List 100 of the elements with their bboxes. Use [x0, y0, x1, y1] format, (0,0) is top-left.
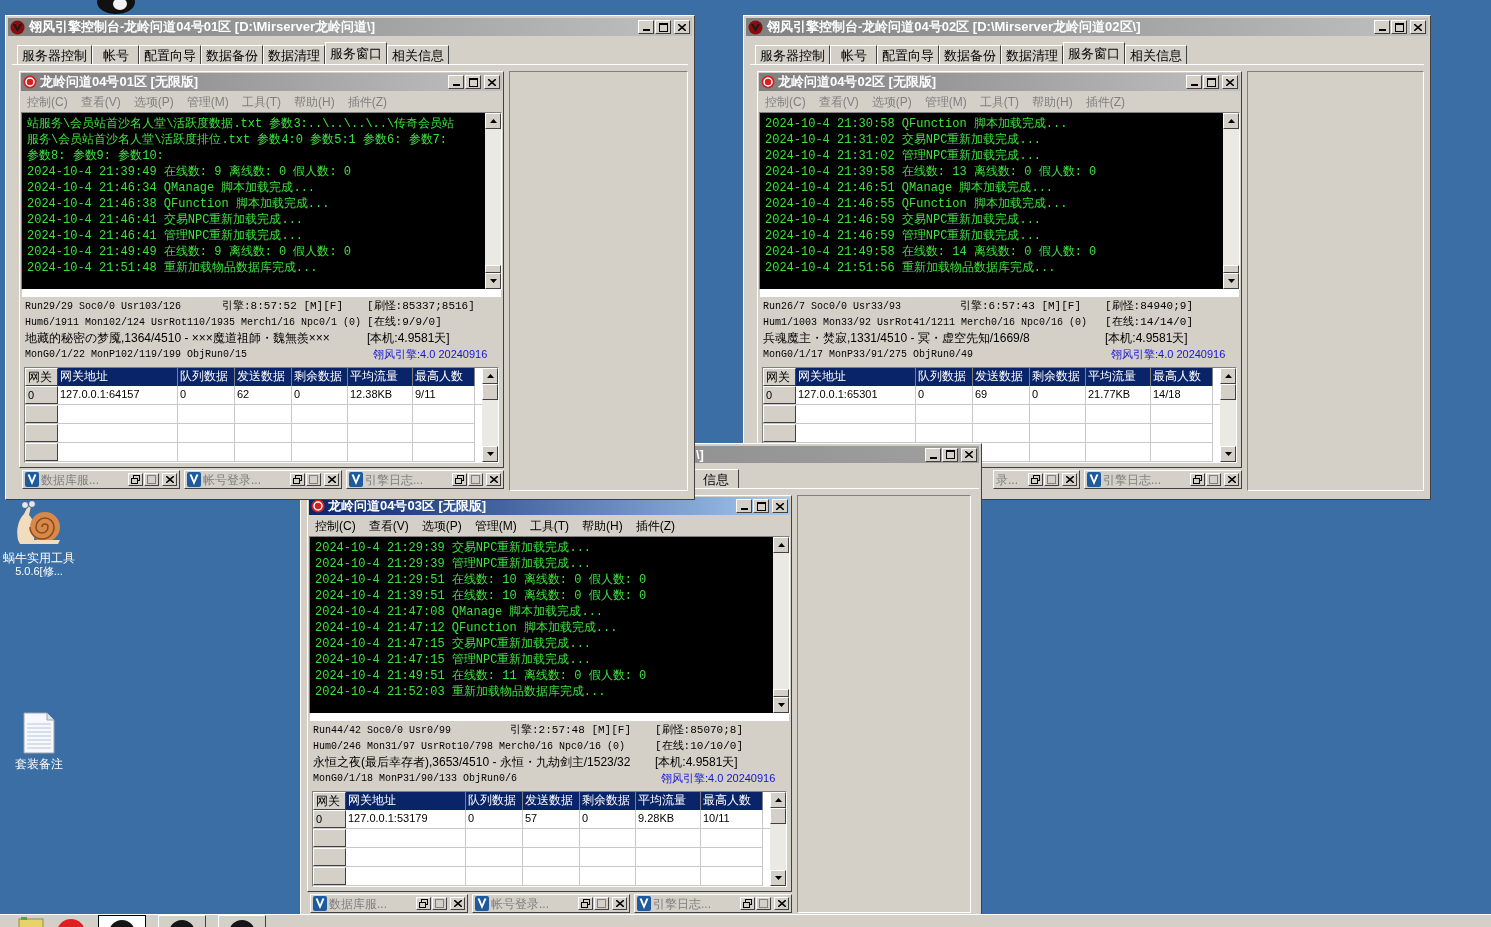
- taskbar-button[interactable]: [98, 915, 146, 927]
- column-header[interactable]: 队列数据: [466, 792, 523, 810]
- maximize-button[interactable]: [594, 897, 609, 910]
- maximize-button[interactable]: [1206, 473, 1221, 486]
- column-header[interactable]: 发送数据: [973, 368, 1030, 386]
- minimize-button[interactable]: [638, 20, 654, 34]
- maximize-button[interactable]: [465, 75, 481, 89]
- tab[interactable]: 帐号: [830, 45, 877, 64]
- restore-button[interactable]: [452, 473, 467, 486]
- menu-item[interactable]: 选项(P): [421, 516, 462, 535]
- scroll-up-button[interactable]: [1220, 368, 1236, 384]
- column-header[interactable]: 网关: [25, 368, 58, 386]
- tab[interactable]: 数据清理: [1001, 45, 1063, 64]
- close-button[interactable]: [450, 897, 465, 910]
- scroll-down-button[interactable]: [773, 697, 789, 713]
- menu-item[interactable]: 管理(M): [474, 516, 517, 535]
- close-button[interactable]: [1062, 473, 1077, 486]
- tab[interactable]: 数据备份: [939, 45, 1001, 64]
- tab[interactable]: 服务器控制: [755, 45, 830, 64]
- restore-button[interactable]: [740, 897, 755, 910]
- scroll-thumb[interactable]: [773, 689, 789, 697]
- icon-label[interactable]: 蜗牛实用工具: [3, 552, 75, 565]
- maximize-button[interactable]: [144, 473, 159, 486]
- scroll-up-button[interactable]: [1223, 113, 1239, 129]
- minimize-button[interactable]: [1374, 20, 1390, 34]
- close-button[interactable]: [612, 897, 627, 910]
- column-header[interactable]: 队列数据: [178, 368, 235, 386]
- tab[interactable]: 数据清理: [263, 45, 325, 64]
- close-button[interactable]: [484, 75, 500, 89]
- restore-button[interactable]: [1028, 473, 1043, 486]
- close-button[interactable]: [961, 447, 977, 462]
- minimize-button[interactable]: [925, 447, 941, 462]
- scroll-up-button[interactable]: [485, 113, 501, 129]
- tab[interactable]: 数据备份: [201, 45, 263, 64]
- scroll-down-button[interactable]: [1220, 446, 1236, 462]
- menu-item[interactable]: 插件(Z): [635, 516, 675, 535]
- scroll-down-button[interactable]: [1223, 273, 1239, 289]
- column-header[interactable]: 最高人数: [1151, 368, 1213, 386]
- minimize-button[interactable]: [1186, 75, 1202, 89]
- minimize-button[interactable]: [448, 75, 464, 89]
- column-header[interactable]: 剩余数据: [1030, 368, 1086, 386]
- column-header[interactable]: 剩余数据: [580, 792, 636, 810]
- scroll-up-button[interactable]: [770, 792, 786, 808]
- maximize-button[interactable]: [306, 473, 321, 486]
- restore-button[interactable]: [290, 473, 305, 486]
- tab[interactable]: 服务窗口: [1063, 42, 1125, 64]
- close-button[interactable]: [486, 473, 501, 486]
- maximize-button[interactable]: [1391, 20, 1407, 34]
- maximize-button[interactable]: [942, 447, 958, 462]
- scroll-thumb[interactable]: [482, 384, 498, 400]
- close-button[interactable]: [1224, 473, 1239, 486]
- column-header[interactable]: 平均流量: [636, 792, 701, 810]
- close-button[interactable]: [1222, 75, 1238, 89]
- menu-item[interactable]: 查看(V): [368, 516, 409, 535]
- maximize-button[interactable]: [756, 897, 771, 910]
- scroll-down-button[interactable]: [770, 870, 786, 886]
- restore-button[interactable]: [578, 897, 593, 910]
- restore-button[interactable]: [416, 897, 431, 910]
- tab[interactable]: 配置向导: [139, 45, 201, 64]
- column-header[interactable]: 平均流量: [348, 368, 413, 386]
- close-button[interactable]: [1410, 20, 1426, 34]
- column-header[interactable]: 最高人数: [413, 368, 475, 386]
- maximize-button[interactable]: [432, 897, 447, 910]
- scroll-down-button[interactable]: [485, 273, 501, 289]
- maximize-button[interactable]: [1203, 75, 1219, 89]
- menu-item[interactable]: 帮助(H): [582, 516, 623, 535]
- tab[interactable]: 相关信息: [387, 45, 449, 64]
- scroll-thumb[interactable]: [485, 265, 501, 273]
- tab[interactable]: 帐号: [92, 45, 139, 64]
- menu-item[interactable]: 控制(C): [315, 516, 356, 535]
- close-button[interactable]: [774, 897, 789, 910]
- scroll-up-button[interactable]: [773, 537, 789, 553]
- column-header[interactable]: 最高人数: [701, 792, 763, 810]
- close-button[interactable]: [772, 499, 788, 513]
- close-button[interactable]: [674, 20, 690, 34]
- close-button[interactable]: [162, 473, 177, 486]
- column-header[interactable]: 队列数据: [916, 368, 973, 386]
- column-header[interactable]: 网关: [313, 792, 346, 810]
- scroll-up-button[interactable]: [482, 368, 498, 384]
- close-button[interactable]: [324, 473, 339, 486]
- maximize-button[interactable]: [753, 499, 769, 513]
- tab[interactable]: 信息: [692, 469, 739, 488]
- column-header[interactable]: 网关地址: [58, 368, 178, 386]
- scroll-thumb[interactable]: [1223, 265, 1239, 273]
- column-header[interactable]: 网关: [763, 368, 796, 386]
- minimize-button[interactable]: [736, 499, 752, 513]
- restore-button[interactable]: [1190, 473, 1205, 486]
- icon-label[interactable]: 5.0.6[修...: [15, 565, 63, 577]
- restore-button[interactable]: [128, 473, 143, 486]
- tab[interactable]: 配置向导: [877, 45, 939, 64]
- tab[interactable]: 服务器控制: [17, 45, 92, 64]
- column-header[interactable]: 发送数据: [523, 792, 580, 810]
- column-header[interactable]: 平均流量: [1086, 368, 1151, 386]
- app-icon[interactable]: [56, 918, 86, 927]
- column-header[interactable]: 发送数据: [235, 368, 292, 386]
- maximize-button[interactable]: [1044, 473, 1059, 486]
- tab[interactable]: 服务窗口: [325, 42, 387, 64]
- scroll-thumb[interactable]: [770, 808, 786, 824]
- maximize-button[interactable]: [655, 20, 671, 34]
- column-header[interactable]: 网关地址: [346, 792, 466, 810]
